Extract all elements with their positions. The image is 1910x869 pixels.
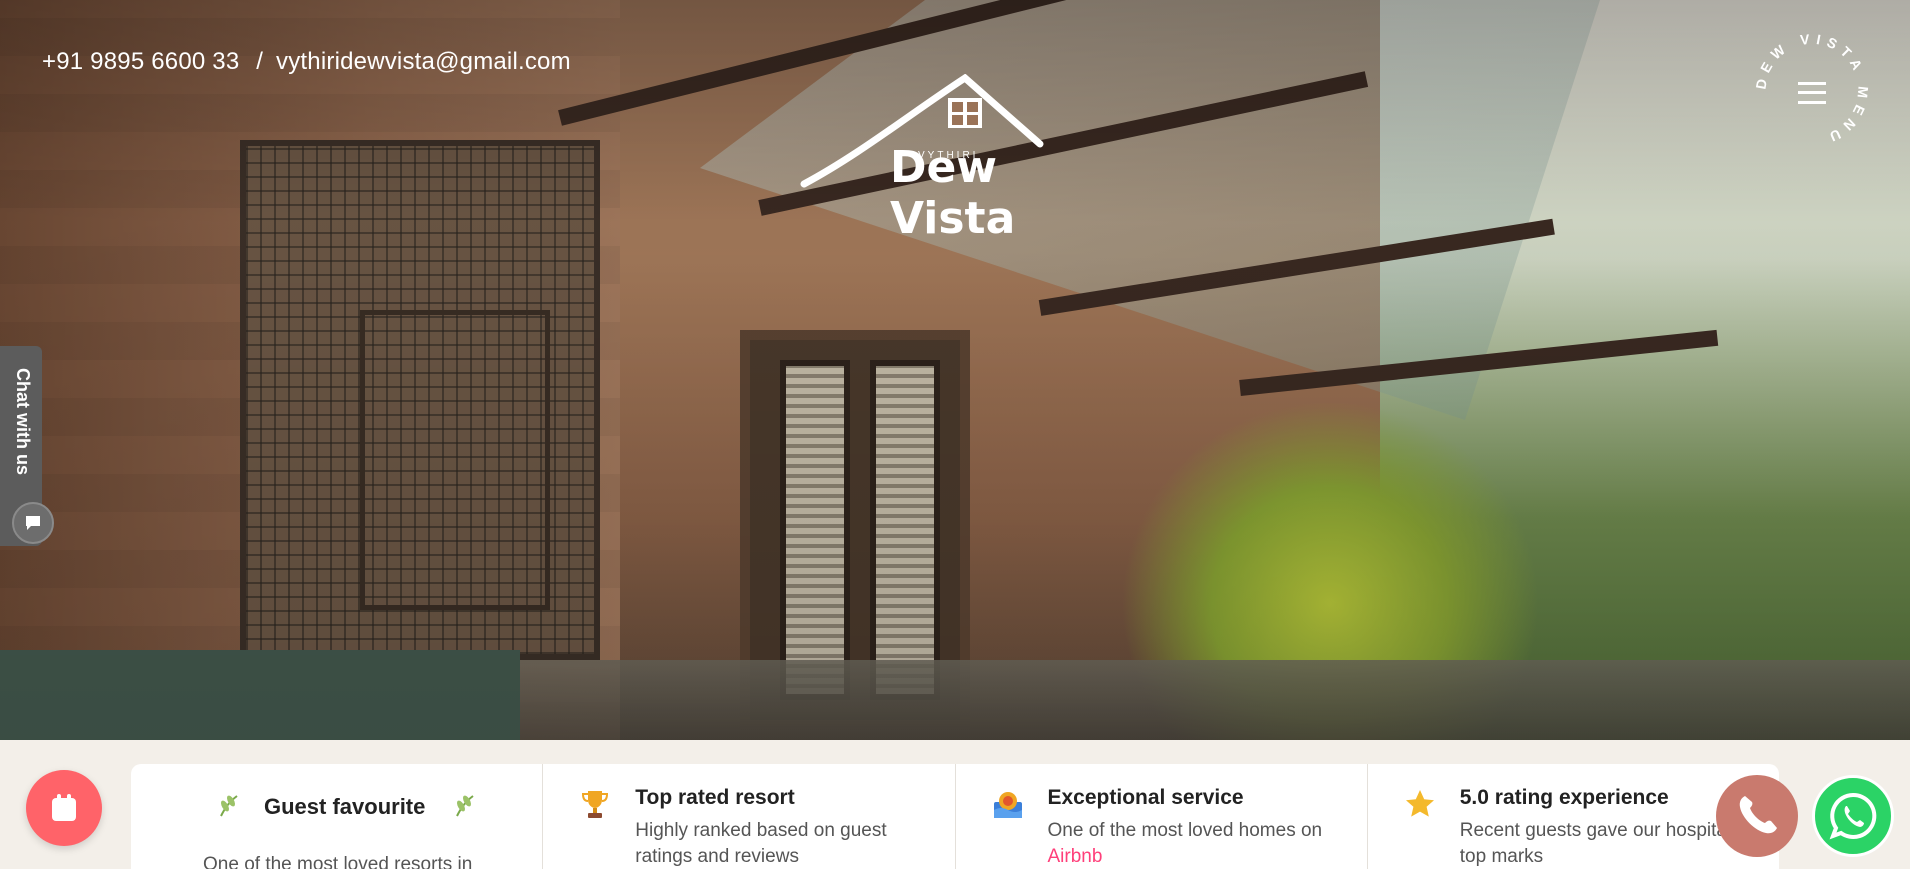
feature-desc: Highly ranked based on guest ratings and… [635, 820, 887, 867]
airbnb-link[interactable]: Airbnb [1048, 846, 1103, 867]
feature-desc: One of the most loved resorts in [203, 854, 473, 869]
chat-bubble-icon[interactable] [12, 502, 54, 544]
hero-banner: +91 9895 6600 33 / vythiridewvista@gmail… [0, 0, 1910, 740]
feature-title: Exceptional service [1047, 786, 1244, 809]
service-icon [993, 792, 1022, 818]
laurel-right-icon [456, 795, 474, 817]
chat-label: Chat with us [13, 368, 33, 475]
feature-desc-text: One of the most loved homes on [1047, 820, 1323, 841]
star-icon [1405, 790, 1434, 817]
email-link[interactable]: vythiridewvista@gmail.com [276, 48, 571, 75]
logo-title: Dew Vista [890, 142, 1016, 244]
feature-guest-favourite: Guest favourite One of the most loved re… [131, 764, 544, 869]
contact-info: +91 9895 6600 33 / vythiridewvista@gmail… [42, 48, 571, 76]
whatsapp-button[interactable] [1812, 775, 1894, 857]
hamburger-icon[interactable] [1798, 82, 1826, 104]
contact-separator: / [256, 48, 264, 75]
feature-title: Guest favourite [264, 794, 426, 819]
menu-button[interactable]: DEW VISTA MENU [1752, 30, 1872, 150]
feature-title: 5.0 rating experience [1459, 786, 1669, 809]
laurel-left-icon [220, 795, 238, 817]
phone-link[interactable]: +91 9895 6600 33 [42, 48, 239, 75]
call-button[interactable] [1716, 775, 1798, 857]
feature-exceptional-service: Exceptional service One of the most love… [956, 764, 1368, 869]
calendar-icon [52, 794, 76, 821]
whatsapp-icon [1829, 792, 1877, 840]
feature-desc: One of the most loved homes on Airbnb [1048, 818, 1348, 869]
trophy-icon [582, 791, 609, 818]
phone-icon [1739, 796, 1777, 834]
feature-desc: Recent guests gave our hospitality top m… [1459, 820, 1751, 867]
feature-top-rated: Top rated resort Highly ranked based on … [543, 764, 956, 869]
feature-title: Top rated resort [635, 786, 795, 809]
site-logo[interactable]: VYTHIRI Dew Vista [800, 74, 1120, 244]
booking-calendar-button[interactable] [26, 770, 102, 846]
chat-with-us-tab[interactable]: Chat with us [0, 346, 54, 546]
features-strip: Guest favourite One of the most loved re… [131, 764, 1779, 869]
